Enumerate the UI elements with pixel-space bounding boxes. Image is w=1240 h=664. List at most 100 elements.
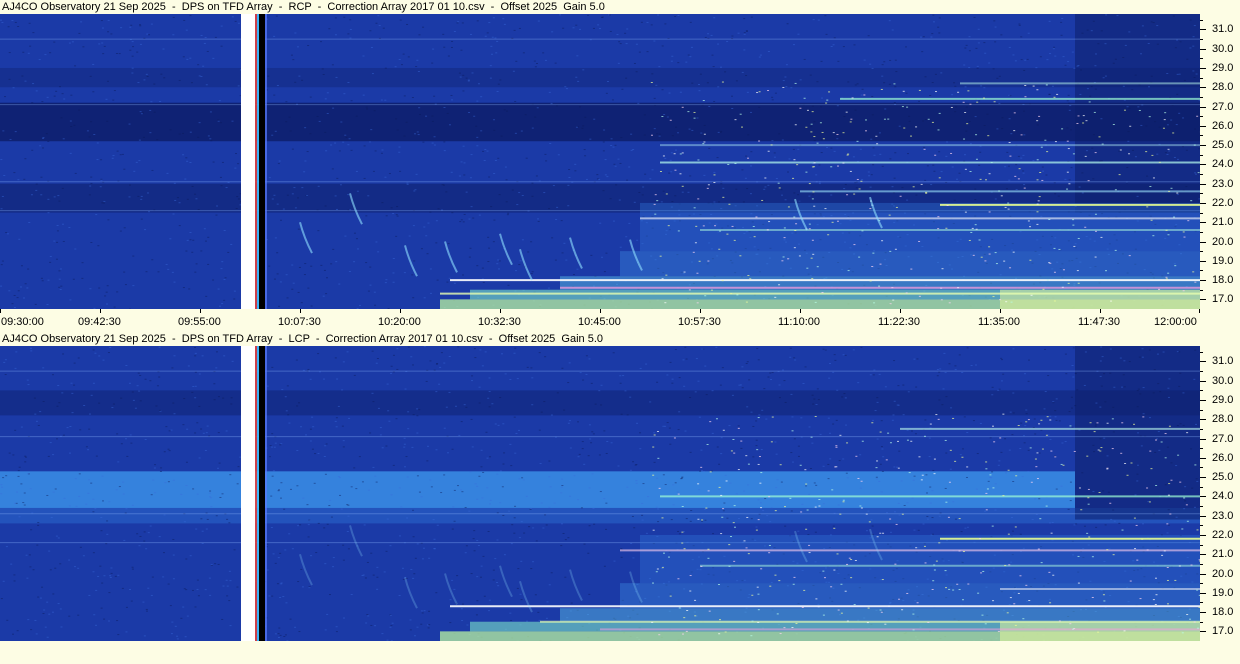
noise-speck (869, 63, 872, 65)
noise-speck (677, 530, 680, 532)
noise-speck (273, 446, 276, 448)
noise-speck (553, 502, 556, 504)
noise-speck (575, 76, 578, 78)
noise-speck (280, 443, 283, 445)
noise-speck (79, 429, 82, 431)
noise-speck (685, 518, 688, 520)
emission-dot (1148, 116, 1151, 118)
noise-speck (857, 382, 860, 384)
emission-dot (701, 519, 704, 521)
noise-speck (403, 95, 406, 97)
noise-speck (1094, 425, 1097, 427)
emission-dot (808, 544, 811, 546)
emission-dot (693, 117, 696, 119)
noise-speck (0, 159, 3, 161)
noise-speck (632, 557, 635, 559)
noise-speck (155, 405, 158, 407)
noise-speck (998, 388, 1001, 390)
noise-speck (108, 501, 111, 503)
noise-speck (523, 532, 526, 534)
noise-speck (926, 515, 929, 517)
noise-speck (191, 391, 194, 393)
noise-speck (218, 100, 221, 102)
noise-speck (602, 190, 605, 192)
noise-speck (279, 281, 282, 283)
noise-speck (396, 368, 399, 370)
noise-speck (1183, 79, 1186, 81)
emission-dot (992, 425, 995, 427)
emission-dot (1058, 620, 1061, 622)
noise-speck (153, 111, 156, 113)
noise-speck (703, 124, 706, 126)
noise-speck (1076, 65, 1079, 67)
noise-speck (375, 241, 378, 243)
noise-speck (684, 430, 687, 432)
noise-speck (70, 94, 73, 96)
noise-speck (437, 208, 440, 210)
emission-dot (934, 154, 937, 156)
noise-speck (418, 107, 421, 109)
noise-speck (225, 430, 228, 432)
noise-speck (152, 479, 155, 481)
noise-speck (838, 460, 841, 462)
noise-speck (609, 198, 612, 200)
emission-dot (1037, 548, 1040, 550)
noise-speck (231, 360, 234, 362)
noise-speck (416, 415, 419, 417)
noise-speck (52, 593, 55, 595)
noise-speck (1191, 487, 1194, 489)
noise-speck (106, 533, 109, 535)
emission-dot (1194, 464, 1197, 466)
noise-speck (1018, 24, 1021, 26)
noise-speck (375, 362, 378, 364)
noise-speck (1012, 54, 1015, 56)
noise-speck (484, 351, 487, 353)
emission-dot (1053, 271, 1056, 273)
emission-dot (686, 610, 689, 612)
noise-speck (1112, 406, 1115, 408)
noise-speck (1100, 346, 1103, 348)
noise-speck (717, 131, 720, 133)
noise-speck (413, 635, 416, 637)
noise-speck (1152, 22, 1155, 24)
noise-speck (641, 519, 644, 521)
noise-speck (672, 484, 675, 486)
noise-speck (453, 588, 456, 590)
lcp-spectrogram[interactable] (0, 346, 1200, 641)
emission-dot (683, 548, 686, 550)
noise-speck (1158, 449, 1161, 451)
noise-speck (435, 449, 438, 451)
noise-speck (881, 165, 884, 167)
x-tick-label: 11:10:00 (778, 316, 821, 328)
noise-speck (433, 538, 436, 540)
emission-dot (969, 171, 972, 173)
noise-speck (201, 530, 204, 532)
noise-speck (295, 359, 298, 361)
noise-speck (763, 388, 766, 390)
noise-speck (526, 366, 529, 368)
noise-speck (986, 113, 989, 115)
noise-speck (1146, 175, 1149, 177)
emission-dot (897, 440, 900, 442)
noise-speck (543, 401, 546, 403)
noise-speck (185, 250, 188, 252)
noise-speck (209, 490, 212, 492)
noise-speck (372, 466, 375, 468)
noise-speck (0, 264, 3, 266)
noise-speck (649, 178, 652, 180)
rcp-spectrogram[interactable] (0, 14, 1200, 309)
noise-speck (610, 138, 613, 140)
emission-dot (828, 91, 831, 93)
noise-speck (1175, 516, 1178, 518)
noise-speck (433, 95, 436, 97)
noise-speck (532, 561, 535, 563)
noise-speck (35, 633, 38, 635)
noise-speck (722, 187, 725, 189)
noise-speck (443, 46, 446, 48)
noise-speck (872, 147, 875, 149)
noise-speck (118, 53, 121, 55)
noise-speck (945, 155, 948, 157)
noise-speck (1020, 157, 1023, 159)
noise-speck (516, 378, 519, 380)
noise-speck (435, 592, 438, 594)
